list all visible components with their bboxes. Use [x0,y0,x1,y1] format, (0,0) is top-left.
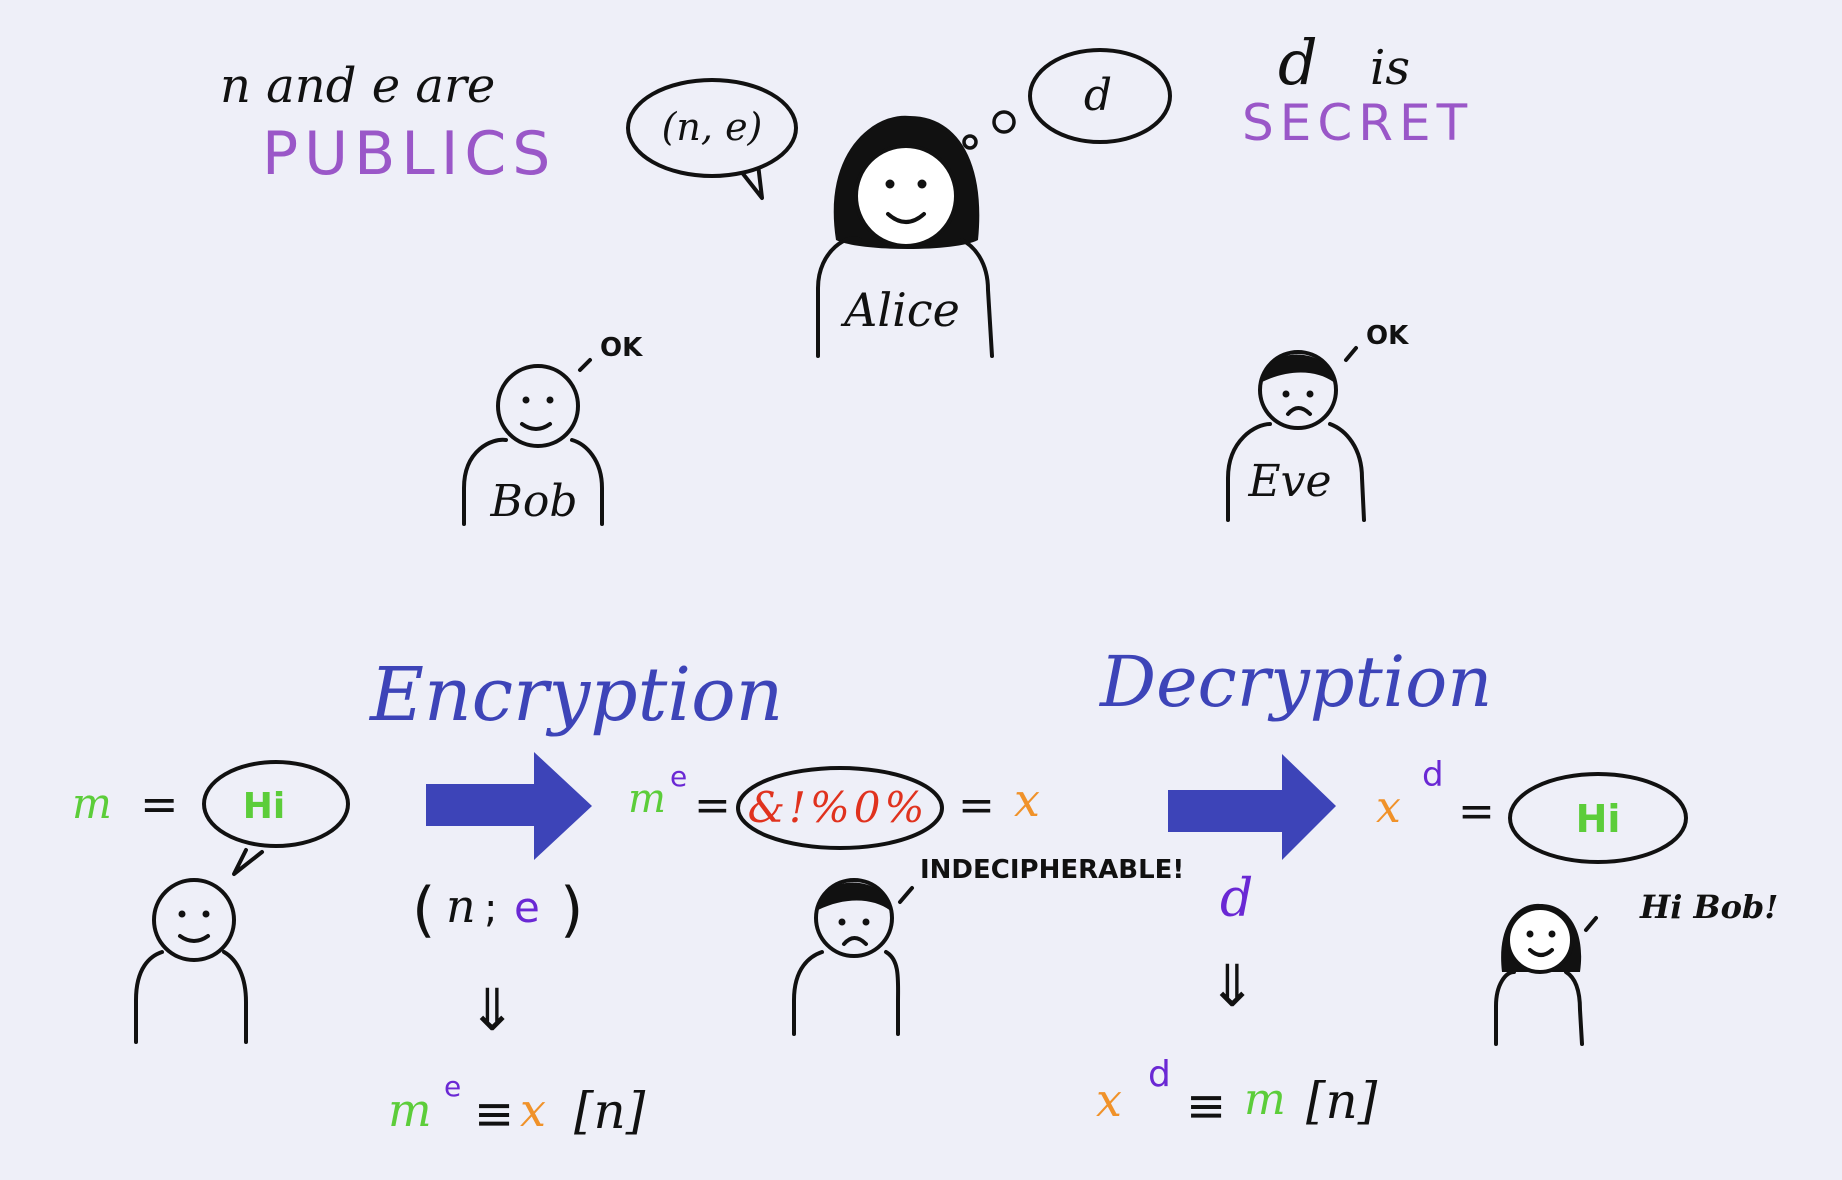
public-keys-label: PUBLICS [262,119,556,189]
decrypt-exp: d [1422,755,1444,795]
bob-label: Bob [490,476,578,527]
cipher-x: x [1014,773,1040,827]
decryption-formula-equiv: ≡ [1186,1078,1226,1134]
encryption-formula-equiv: ≡ [474,1086,514,1142]
bob-reply: OK [600,333,643,363]
decryption-formula-exp: d [1148,1054,1171,1095]
plaintext-symbol: m [72,779,112,828]
thought-bubble: d [962,48,1172,150]
rsa-diagram: n and e are PUBLICS d is SECRET (n, e) d… [0,0,1842,1180]
decryption-formula-m: m [1244,1074,1286,1125]
public-key-open: ( [412,875,435,945]
secret-key-label: SECRET [1242,94,1473,152]
bob-speech-bubble: Hi [202,760,350,876]
cipher-m: m [628,776,666,822]
decrypted-bubble: Hi [1508,772,1688,864]
decryption-implies: ⇓ [1208,952,1257,1020]
eve-comment: INDECIPHERABLE! [920,855,1184,885]
secret-key-letter: d [1278,26,1318,99]
cipher-equals: = [694,780,731,831]
encryption-formula-x: x [520,1083,546,1137]
public-key-separator: ; [484,886,497,932]
decrypt-equals: = [1458,786,1495,837]
plaintext-message: Hi [243,786,285,827]
decrypted-message: Hi [1576,797,1621,841]
encryption-implies: ⇓ [468,976,517,1044]
encryption-formula-mod: [n] [574,1082,646,1140]
encryption-formula-exp: e [444,1070,461,1103]
alice-figure: Alice [816,115,994,358]
speech-bubble: (n, e) [626,78,798,200]
decryption-title: Decryption [1098,641,1492,723]
cipher-equals-2: = [958,780,995,831]
encryption-formula-m: m [388,1083,432,1137]
eve-figure: OK Eve [1226,321,1409,522]
eve-reply: OK [1366,321,1409,351]
decryption-formula-x: x [1096,1073,1122,1127]
right-arrow-icon [1168,754,1336,860]
bob-figure: OK Bob [462,333,643,527]
ciphertext-bubble: &!%0% [736,766,944,850]
alice-label: Alice [840,283,960,337]
public-key-n: n [446,879,476,933]
decrypt-x: x [1376,782,1401,833]
private-key-d: d [1220,869,1253,929]
eve-label: Eve [1247,456,1331,507]
cipher-exp: e [670,760,687,793]
thought-bubble-text: d [1084,70,1112,121]
public-key-e: e [514,883,540,932]
diagram-canvas: n and e are PUBLICS d is SECRET (n, e) d… [72,26,1778,1142]
ciphertext-scrambled: &!%0% [748,783,929,832]
encryption-title: Encryption [368,652,783,738]
decryption-formula-mod: [n] [1306,1072,1378,1130]
alice-figure-bottom: Hi Bob! [1494,888,1778,1046]
alice-comment: Hi Bob! [1639,888,1778,926]
bob-figure-bottom [134,878,248,1044]
speech-bubble-text: (n, e) [662,105,763,149]
plaintext-equals: = [140,777,179,831]
public-keys-caption: n and e are [220,58,495,114]
eve-figure-bottom: INDECIPHERABLE! [792,855,1184,1036]
public-key-close: ) [560,875,583,945]
right-arrow-icon [426,752,592,860]
secret-key-is: is [1370,40,1410,96]
